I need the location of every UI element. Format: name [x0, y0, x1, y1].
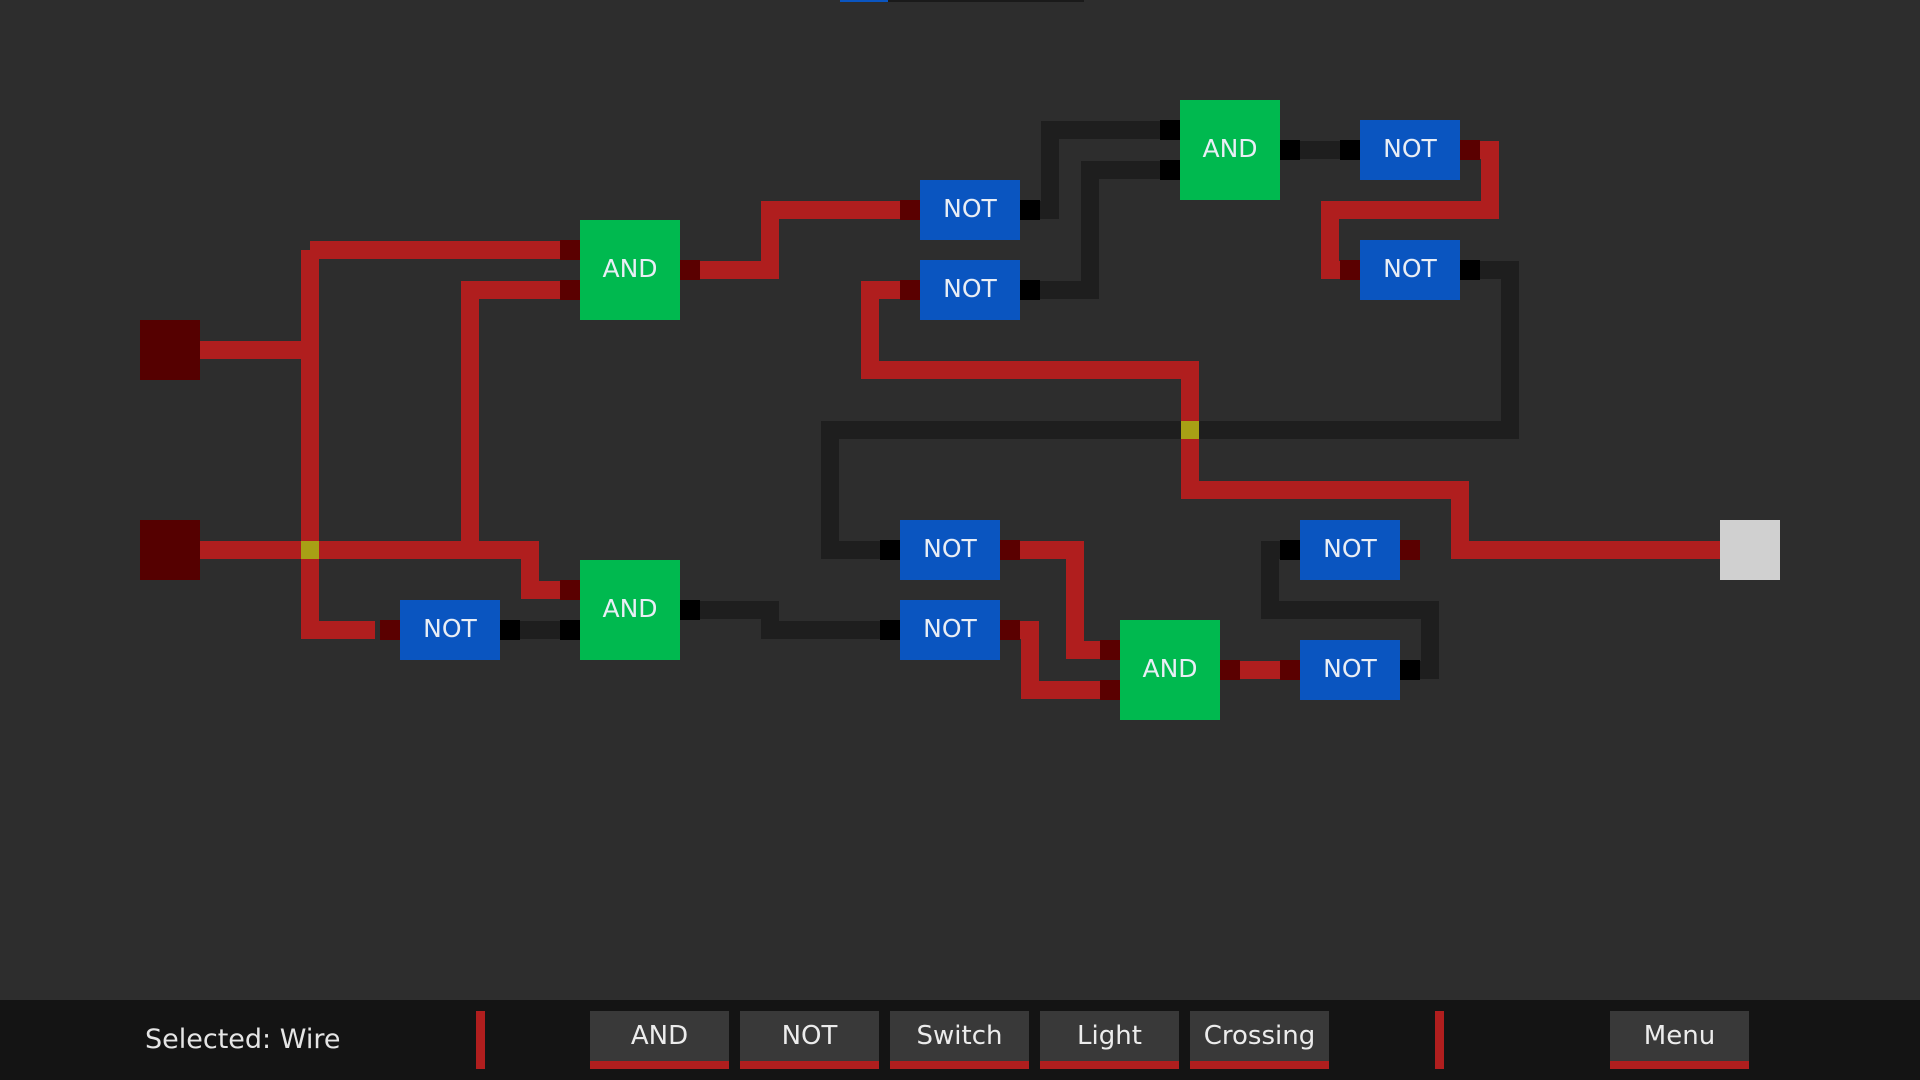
top-indicator-track — [888, 0, 1084, 2]
gate-label: NOT — [1323, 654, 1377, 683]
wire-to-light — [861, 281, 1725, 559]
and-gate[interactable]: AND — [580, 220, 680, 320]
not-gate[interactable]: NOT — [1360, 120, 1460, 180]
crossing-tool-button[interactable]: Crossing — [1190, 1011, 1329, 1069]
gate-label: NOT — [943, 194, 997, 223]
crossing-left — [301, 541, 319, 559]
top-indicator — [840, 0, 888, 2]
gate-label: NOT — [423, 614, 477, 643]
and-tool-button[interactable]: AND — [590, 1011, 729, 1069]
light-tool-button[interactable]: Light — [1040, 1011, 1179, 1069]
wire-main-bus — [301, 250, 375, 639]
gate-label: AND — [602, 254, 657, 283]
gate-label: AND — [1142, 654, 1197, 683]
wire-and2-to-not — [690, 601, 900, 639]
and-gate[interactable]: AND — [1180, 100, 1280, 200]
not-gate[interactable]: NOT — [920, 260, 1020, 320]
circuit-board[interactable]: AND AND AND AND NOT NOT NOT NOT NOT NOT … — [0, 0, 1920, 1000]
light-output[interactable] — [1720, 520, 1780, 580]
not-gate[interactable]: NOT — [900, 520, 1000, 580]
wire-switch2-to-and2 — [200, 541, 560, 599]
gate-label: NOT — [1383, 134, 1437, 163]
crossing-center — [1181, 421, 1199, 439]
gate-label: NOT — [943, 274, 997, 303]
and-gate[interactable]: AND — [580, 560, 680, 660]
switch-input-top[interactable] — [140, 320, 200, 380]
gate-label: NOT — [923, 614, 977, 643]
gate-label: AND — [602, 594, 657, 623]
switch-input-bottom[interactable] — [140, 520, 200, 580]
crossings — [301, 421, 1199, 559]
wire-and1-to-not1 — [690, 201, 915, 279]
toolbar-divider — [476, 1011, 485, 1069]
menu-button[interactable]: Menu — [1610, 1011, 1749, 1069]
gate-label: NOT — [1383, 254, 1437, 283]
not-gate[interactable]: NOT — [1300, 640, 1400, 700]
not-gate[interactable]: NOT — [1360, 240, 1460, 300]
gate-label: NOT — [923, 534, 977, 563]
and-gate[interactable]: AND — [1120, 620, 1220, 720]
gate-label: NOT — [1323, 534, 1377, 563]
selected-tool-status: Selected: Wire — [145, 1024, 341, 1055]
wire-not2-to-and3-b — [1015, 161, 1180, 299]
wire-to-and1-b — [461, 281, 560, 550]
not-gate[interactable]: NOT — [920, 180, 1020, 240]
not-gate[interactable]: NOT — [900, 600, 1000, 660]
not-gate[interactable]: NOT — [400, 600, 500, 660]
not-tool-button[interactable]: NOT — [740, 1011, 879, 1069]
not-gate[interactable]: NOT — [1300, 520, 1400, 580]
toolbar-divider — [1435, 1011, 1444, 1069]
gate-label: AND — [1202, 134, 1257, 163]
switch-tool-button[interactable]: Switch — [890, 1011, 1029, 1069]
